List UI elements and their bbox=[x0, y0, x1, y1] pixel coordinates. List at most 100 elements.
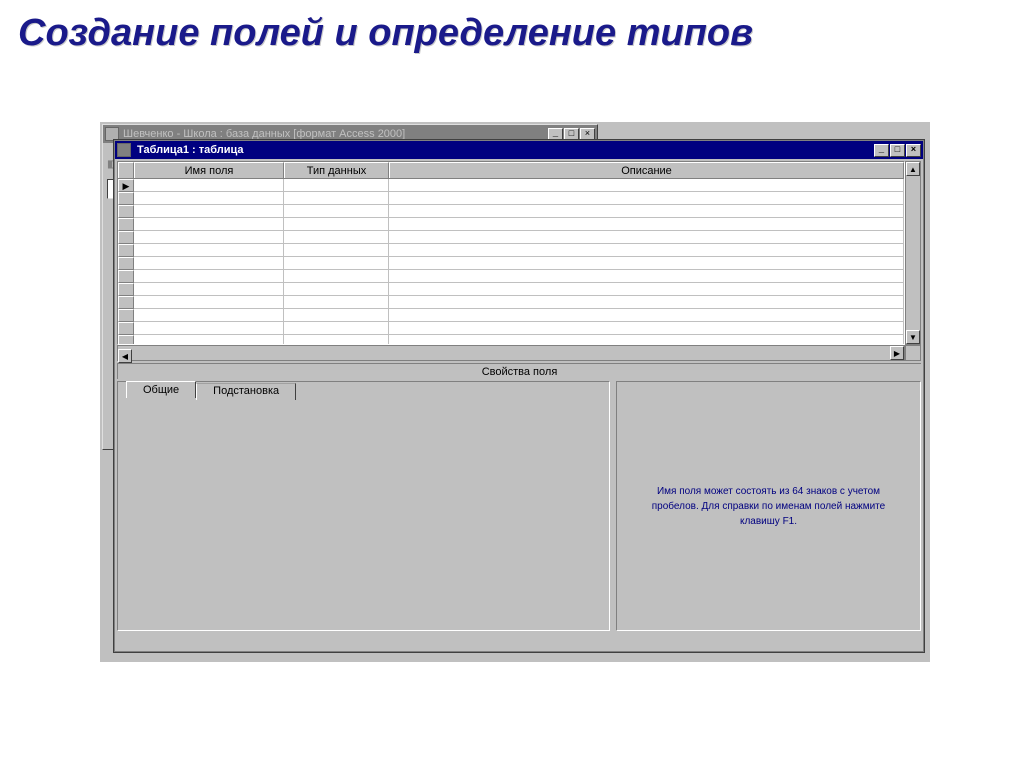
cell-data-type[interactable] bbox=[284, 309, 389, 322]
table-titlebar[interactable]: Таблица1 : таблица _ □ × bbox=[115, 141, 923, 159]
table-row[interactable] bbox=[118, 231, 904, 244]
cell-data-type[interactable] bbox=[284, 257, 389, 270]
table-row[interactable] bbox=[118, 218, 904, 231]
col-data-type[interactable]: Тип данных bbox=[284, 162, 389, 178]
col-field-name[interactable]: Имя поля bbox=[134, 162, 284, 178]
field-grid-area: Имя поля Тип данных Описание ▶ bbox=[117, 161, 921, 361]
table-row[interactable] bbox=[118, 205, 904, 218]
tab-general[interactable]: Общие bbox=[126, 381, 196, 398]
row-selector-header[interactable] bbox=[118, 162, 134, 178]
row-selector[interactable] bbox=[118, 309, 134, 322]
scroll-right-button[interactable]: ▶ bbox=[890, 346, 904, 360]
cell-description[interactable] bbox=[389, 270, 904, 283]
cell-data-type[interactable] bbox=[284, 179, 389, 192]
database-title: Шевченко - Школа : база данных [формат A… bbox=[123, 128, 548, 140]
table-icon bbox=[117, 143, 131, 157]
scroll-down-button[interactable]: ▼ bbox=[906, 330, 920, 344]
cell-field-name[interactable] bbox=[134, 335, 284, 345]
row-selector[interactable] bbox=[118, 218, 134, 231]
row-selector[interactable] bbox=[118, 231, 134, 244]
cell-description[interactable] bbox=[389, 244, 904, 257]
cell-description[interactable] bbox=[389, 192, 904, 205]
table-row[interactable] bbox=[118, 257, 904, 270]
cell-description[interactable] bbox=[389, 309, 904, 322]
cell-data-type[interactable] bbox=[284, 322, 389, 335]
cell-field-name[interactable] bbox=[134, 296, 284, 309]
row-selector[interactable] bbox=[118, 296, 134, 309]
row-selector[interactable] bbox=[118, 192, 134, 205]
table-row[interactable]: ▶ bbox=[118, 179, 904, 192]
hint-text: Имя поля может состоять из 64 знаков с у… bbox=[634, 484, 904, 529]
cell-description[interactable] bbox=[389, 179, 904, 192]
cell-data-type[interactable] bbox=[284, 335, 389, 345]
table-minimize-button[interactable]: _ bbox=[874, 144, 889, 157]
cell-description[interactable] bbox=[389, 296, 904, 309]
current-row-marker[interactable]: ▶ bbox=[118, 179, 134, 192]
row-selector[interactable] bbox=[118, 283, 134, 296]
db-minimize-button[interactable]: _ bbox=[548, 128, 563, 141]
cell-data-type[interactable] bbox=[284, 270, 389, 283]
scroll-left-button[interactable]: ◀ bbox=[118, 349, 132, 363]
cell-field-name[interactable] bbox=[134, 231, 284, 244]
row-selector[interactable] bbox=[118, 270, 134, 283]
grid-rows: ▶ bbox=[118, 179, 904, 345]
properties-tabs: Общие Подстановка bbox=[126, 381, 296, 398]
row-selector[interactable] bbox=[118, 257, 134, 270]
row-selector[interactable] bbox=[118, 205, 134, 218]
table-row[interactable] bbox=[118, 309, 904, 322]
table-row[interactable] bbox=[118, 335, 904, 345]
size-grip[interactable] bbox=[905, 345, 921, 361]
grid-header-row: Имя поля Тип данных Описание bbox=[118, 162, 904, 179]
cell-field-name[interactable] bbox=[134, 218, 284, 231]
cell-data-type[interactable] bbox=[284, 296, 389, 309]
cell-data-type[interactable] bbox=[284, 231, 389, 244]
row-selector[interactable] bbox=[118, 322, 134, 335]
slide-title: Создание полей и определение типов bbox=[0, 0, 1024, 55]
db-maximize-button[interactable]: □ bbox=[564, 128, 579, 141]
cell-field-name[interactable] bbox=[134, 179, 284, 192]
desktop-area: Шевченко - Школа : база данных [формат A… bbox=[100, 122, 930, 662]
scroll-up-button[interactable]: ▲ bbox=[906, 162, 920, 176]
cell-data-type[interactable] bbox=[284, 244, 389, 257]
table-row[interactable] bbox=[118, 192, 904, 205]
vertical-scrollbar[interactable]: ▲ ▼ bbox=[905, 161, 921, 345]
cell-field-name[interactable] bbox=[134, 244, 284, 257]
cell-data-type[interactable] bbox=[284, 192, 389, 205]
properties-panel: Общие Подстановка bbox=[117, 381, 610, 631]
properties-area: Общие Подстановка Имя поля может состоят… bbox=[117, 381, 921, 631]
cell-description[interactable] bbox=[389, 231, 904, 244]
tab-lookup[interactable]: Подстановка bbox=[196, 383, 296, 400]
table-row[interactable] bbox=[118, 322, 904, 335]
cell-data-type[interactable] bbox=[284, 283, 389, 296]
cell-field-name[interactable] bbox=[134, 322, 284, 335]
properties-section-label: Свойства поля bbox=[117, 363, 921, 379]
cell-data-type[interactable] bbox=[284, 205, 389, 218]
cell-description[interactable] bbox=[389, 257, 904, 270]
row-selector[interactable] bbox=[118, 244, 134, 257]
cell-description[interactable] bbox=[389, 218, 904, 231]
cell-description[interactable] bbox=[389, 335, 904, 345]
cell-field-name[interactable] bbox=[134, 283, 284, 296]
cell-field-name[interactable] bbox=[134, 270, 284, 283]
cell-field-name[interactable] bbox=[134, 257, 284, 270]
table-row[interactable] bbox=[118, 296, 904, 309]
cell-data-type[interactable] bbox=[284, 218, 389, 231]
cell-description[interactable] bbox=[389, 205, 904, 218]
cell-field-name[interactable] bbox=[134, 309, 284, 322]
field-grid[interactable]: Имя поля Тип данных Описание ▶ bbox=[117, 161, 905, 345]
table-row[interactable] bbox=[118, 270, 904, 283]
table-row[interactable] bbox=[118, 283, 904, 296]
horizontal-scrollbar[interactable]: ◀ ▶ bbox=[117, 345, 905, 361]
cell-field-name[interactable] bbox=[134, 192, 284, 205]
cell-description[interactable] bbox=[389, 283, 904, 296]
col-description[interactable]: Описание bbox=[389, 162, 904, 178]
cell-description[interactable] bbox=[389, 322, 904, 335]
table-close-button[interactable]: × bbox=[906, 144, 921, 157]
table-title: Таблица1 : таблица bbox=[135, 144, 874, 156]
cell-field-name[interactable] bbox=[134, 205, 284, 218]
db-close-button[interactable]: × bbox=[580, 128, 595, 141]
hint-panel: Имя поля может состоять из 64 знаков с у… bbox=[616, 381, 921, 631]
table-maximize-button[interactable]: □ bbox=[890, 144, 905, 157]
row-selector[interactable] bbox=[118, 335, 134, 345]
table-row[interactable] bbox=[118, 244, 904, 257]
